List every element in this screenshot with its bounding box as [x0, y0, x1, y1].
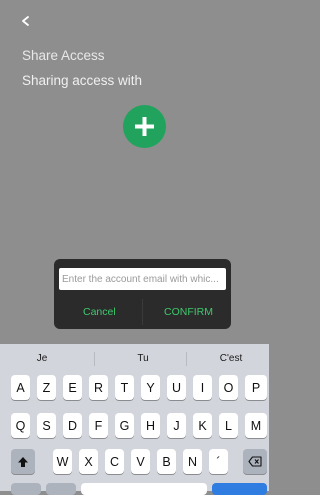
- key[interactable]: G: [115, 413, 134, 438]
- key[interactable]: X: [79, 449, 98, 474]
- suggestion-item[interactable]: C'est: [201, 353, 261, 364]
- key[interactable]: P: [245, 375, 267, 400]
- key[interactable]: Q: [11, 413, 30, 438]
- key[interactable]: H: [141, 413, 160, 438]
- share-access-screen: Share Access Sharing access with Cancel …: [0, 0, 269, 495]
- suggestion-divider: [94, 352, 95, 366]
- dialog-divider: [142, 299, 143, 325]
- key[interactable]: L: [219, 413, 238, 438]
- suggestion-item[interactable]: Je: [12, 353, 72, 364]
- key[interactable]: T: [115, 375, 134, 400]
- page-title: Share Access: [22, 48, 105, 63]
- space-key[interactable]: [81, 483, 207, 495]
- back-button[interactable]: [19, 12, 35, 30]
- confirm-button[interactable]: CONFIRM: [164, 306, 213, 318]
- suggestion-bar: Je Tu C'est: [0, 344, 269, 374]
- key[interactable]: ´: [209, 449, 228, 474]
- shift-key[interactable]: [11, 449, 35, 474]
- key[interactable]: W: [53, 449, 72, 474]
- suggestion-item[interactable]: Tu: [113, 353, 173, 364]
- backspace-icon: [248, 456, 262, 467]
- key[interactable]: V: [131, 449, 150, 474]
- key[interactable]: K: [193, 413, 212, 438]
- key[interactable]: Y: [141, 375, 160, 400]
- key[interactable]: M: [245, 413, 267, 438]
- key[interactable]: Z: [37, 375, 56, 400]
- key[interactable]: I: [193, 375, 212, 400]
- backspace-key[interactable]: [243, 449, 267, 474]
- suggestion-divider: [186, 352, 187, 366]
- email-input[interactable]: [59, 268, 226, 290]
- shift-arrow-icon: [18, 456, 28, 467]
- cancel-button[interactable]: Cancel: [83, 306, 116, 318]
- key[interactable]: N: [183, 449, 202, 474]
- key[interactable]: R: [89, 375, 108, 400]
- sharing-subtitle: Sharing access with: [22, 73, 143, 88]
- key[interactable]: S: [37, 413, 56, 438]
- share-email-dialog: Cancel CONFIRM: [54, 259, 231, 329]
- key[interactable]: A: [11, 375, 30, 400]
- key[interactable]: E: [63, 375, 82, 400]
- key[interactable]: F: [89, 413, 108, 438]
- key[interactable]: D: [63, 413, 82, 438]
- emoji-key[interactable]: [46, 483, 76, 495]
- key[interactable]: J: [167, 413, 186, 438]
- key[interactable]: U: [167, 375, 186, 400]
- key[interactable]: C: [105, 449, 124, 474]
- key[interactable]: O: [219, 375, 238, 400]
- return-key[interactable]: [212, 483, 267, 495]
- plus-icon: [135, 117, 154, 136]
- chevron-left-icon: [22, 16, 29, 26]
- keyboard: Je Tu C'est A Z E R T Y U I O P Q S D F …: [0, 344, 269, 495]
- numbers-key[interactable]: [11, 483, 41, 495]
- add-user-button[interactable]: [123, 105, 166, 148]
- key[interactable]: B: [157, 449, 176, 474]
